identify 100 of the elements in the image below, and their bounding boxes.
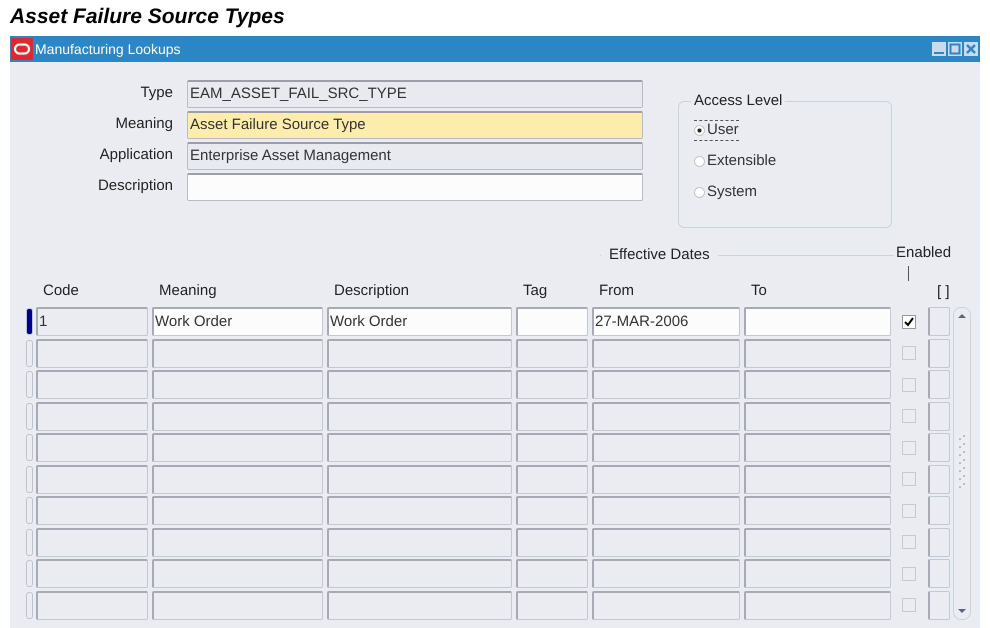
table-cell[interactable] xyxy=(928,590,950,620)
table-cell[interactable] xyxy=(327,370,512,400)
table-cell[interactable] xyxy=(744,307,891,336)
scrollbar[interactable] xyxy=(953,307,971,620)
table-cell[interactable] xyxy=(327,464,512,494)
table-cell[interactable] xyxy=(592,496,740,526)
table-cell[interactable] xyxy=(516,496,588,526)
table-cell[interactable] xyxy=(928,559,950,588)
table-cell[interactable] xyxy=(516,528,588,557)
table-cell[interactable] xyxy=(152,464,323,494)
radio-icon xyxy=(694,187,705,198)
scroll-up-icon[interactable] xyxy=(956,311,968,321)
table-cell[interactable] xyxy=(928,370,950,400)
table-cell[interactable] xyxy=(327,496,512,526)
input-field[interactable]: Enterprise Asset Management xyxy=(187,142,643,170)
table-cell[interactable] xyxy=(152,559,323,588)
maximize-icon[interactable] xyxy=(948,42,962,56)
table-cell[interactable] xyxy=(592,559,740,588)
table-cell[interactable]: 1 xyxy=(36,307,148,336)
table-cell[interactable] xyxy=(327,338,512,368)
table-cell[interactable] xyxy=(744,464,891,494)
table-cell[interactable] xyxy=(928,528,950,557)
column-header: Description xyxy=(334,282,410,299)
table-cell[interactable] xyxy=(744,559,891,588)
table-cell[interactable] xyxy=(36,496,148,526)
scroll-down-icon[interactable] xyxy=(956,606,968,616)
table-cell[interactable] xyxy=(152,338,323,368)
table-cell[interactable] xyxy=(516,559,588,588)
table-cell[interactable] xyxy=(744,496,891,526)
table-cell[interactable] xyxy=(516,433,588,462)
table-cell[interactable] xyxy=(928,307,950,336)
checkbox[interactable] xyxy=(902,409,916,424)
table-cell[interactable] xyxy=(744,528,891,557)
table-cell[interactable] xyxy=(744,338,891,368)
table-cell[interactable] xyxy=(36,464,148,494)
table-cell[interactable]: 27-MAR-2006 xyxy=(592,307,740,336)
table-cell[interactable] xyxy=(744,402,891,431)
table-cell[interactable] xyxy=(327,402,512,431)
table-cell[interactable] xyxy=(516,370,588,400)
table-cell[interactable] xyxy=(327,433,512,462)
table-cell[interactable] xyxy=(36,559,148,588)
table-cell[interactable] xyxy=(36,370,148,400)
table-cell[interactable] xyxy=(152,496,323,526)
input-field[interactable]: EAM_ASSET_FAIL_SRC_TYPE xyxy=(187,80,643,108)
radio-option[interactable]: System xyxy=(694,182,758,203)
checkbox[interactable] xyxy=(902,314,916,329)
table-cell[interactable] xyxy=(36,590,148,620)
table-cell[interactable] xyxy=(152,402,323,431)
page-title: Asset Failure Source Types xyxy=(8,4,286,30)
table-cell[interactable] xyxy=(516,590,588,620)
checkbox[interactable] xyxy=(902,566,916,581)
table-cell[interactable] xyxy=(592,338,740,368)
table-cell[interactable] xyxy=(36,402,148,431)
table-cell[interactable] xyxy=(928,496,950,526)
table-cell[interactable] xyxy=(516,402,588,431)
checkbox[interactable] xyxy=(902,504,916,518)
table-cell[interactable] xyxy=(928,338,950,368)
table-cell[interactable] xyxy=(744,370,891,400)
column-header: Tag xyxy=(523,282,548,299)
table-cell[interactable] xyxy=(516,307,588,336)
radio-option[interactable]: User xyxy=(694,120,739,141)
checkbox[interactable] xyxy=(902,346,916,360)
table-cell[interactable] xyxy=(152,370,323,400)
table-cell[interactable] xyxy=(744,433,891,462)
checkbox[interactable] xyxy=(902,535,916,550)
table-cell[interactable] xyxy=(744,590,891,620)
column-header: Enabled xyxy=(896,243,952,263)
table-cell[interactable] xyxy=(152,528,323,557)
checkbox[interactable] xyxy=(902,598,916,612)
table-cell[interactable]: Work Order xyxy=(152,307,323,336)
table-cell[interactable] xyxy=(36,433,148,462)
table-cell[interactable] xyxy=(152,590,323,620)
table-cell[interactable] xyxy=(36,528,148,557)
table-cell[interactable] xyxy=(928,433,950,462)
table-cell[interactable] xyxy=(592,590,740,620)
table-cell[interactable]: Work Order xyxy=(327,307,512,336)
checkbox[interactable] xyxy=(902,378,916,392)
table-cell[interactable] xyxy=(152,433,323,462)
minimize-icon[interactable] xyxy=(932,42,946,56)
checkbox[interactable] xyxy=(902,472,916,486)
table-cell[interactable] xyxy=(327,590,512,620)
table-cell[interactable] xyxy=(928,402,950,431)
checkbox[interactable] xyxy=(902,440,916,455)
table-cell[interactable] xyxy=(516,464,588,494)
input-field[interactable]: Asset Failure Source Type xyxy=(187,110,643,138)
close-icon[interactable] xyxy=(964,42,978,56)
table-cell[interactable] xyxy=(36,338,148,368)
table-cell[interactable] xyxy=(592,402,740,431)
radio-option[interactable]: Extensible xyxy=(694,151,776,172)
table-cell[interactable] xyxy=(327,559,512,588)
table-cell[interactable] xyxy=(327,528,512,557)
table-cell[interactable] xyxy=(592,433,740,462)
row-indicator[interactable] xyxy=(26,308,33,336)
input-field[interactable] xyxy=(187,172,643,200)
table-cell[interactable] xyxy=(592,370,740,400)
table-cell[interactable] xyxy=(592,528,740,557)
table-cell[interactable] xyxy=(928,464,950,494)
radio-icon xyxy=(694,125,705,136)
table-cell[interactable] xyxy=(592,464,740,494)
table-cell[interactable] xyxy=(516,338,588,368)
